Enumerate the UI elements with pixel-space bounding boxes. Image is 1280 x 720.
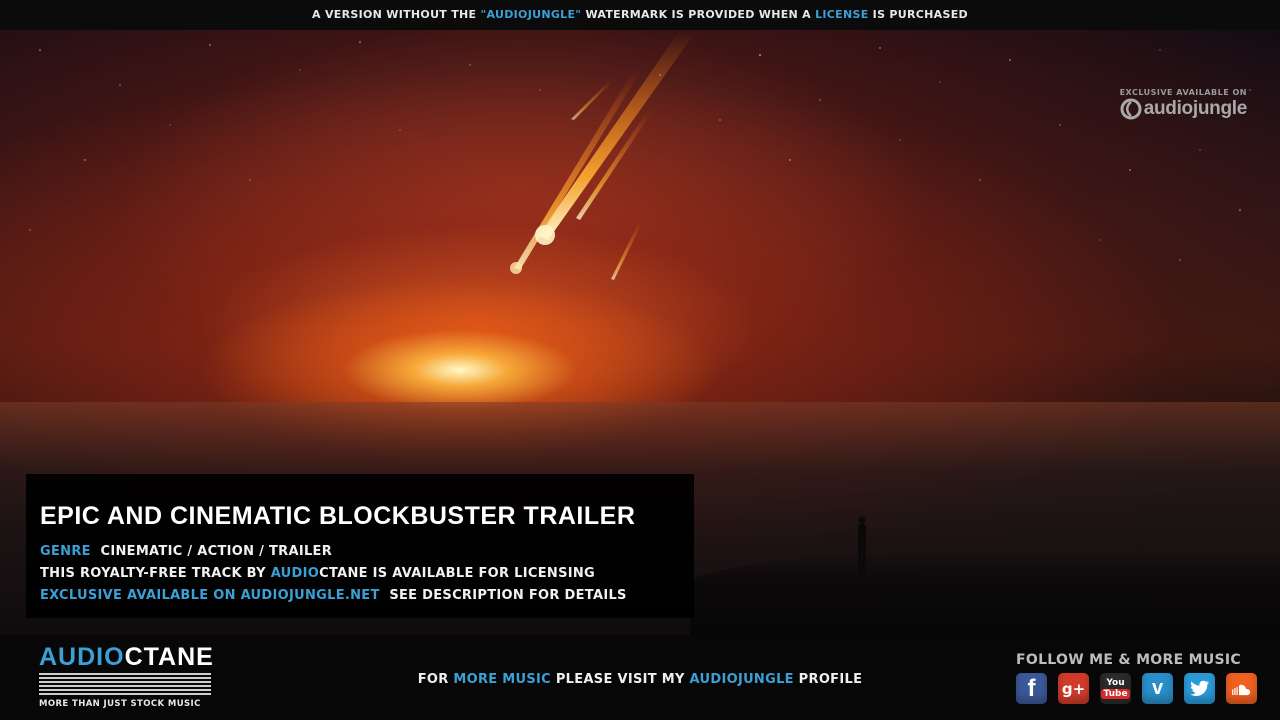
footer-bar: AUDIOCTANE MORE THAN JUST STOCK MUSIC FO… bbox=[0, 635, 1280, 720]
banner-accent-audiojungle: "AUDIOJUNGLE" bbox=[480, 8, 582, 21]
banner-text-1: A VERSION WITHOUT THE bbox=[312, 8, 481, 21]
youtube-icon-you: You bbox=[1106, 678, 1125, 688]
track-info-panel: EPIC AND CINEMATIC BLOCKBUSTER TRAILER G… bbox=[26, 474, 694, 618]
track-title: EPIC AND CINEMATIC BLOCKBUSTER TRAILER bbox=[40, 502, 636, 530]
visit-accent-audiojungle[interactable]: AUDIOJUNGLE bbox=[690, 672, 794, 687]
availability-line: EXCLUSIVE AVAILABLE ON AUDIOJUNGLE.NET S… bbox=[40, 588, 627, 603]
audiojungle-leaf-icon bbox=[1120, 98, 1142, 120]
facebook-icon: f bbox=[1027, 674, 1036, 702]
youtube-icon-tube: Tube bbox=[1101, 689, 1130, 699]
visit-accent-more-music[interactable]: MORE MUSIC bbox=[453, 672, 551, 687]
googleplus-icon: g+ bbox=[1061, 679, 1086, 698]
banner-accent-license: LICENSE bbox=[815, 8, 869, 21]
genre-label: GENRE bbox=[40, 544, 91, 559]
license-text-2: CTANE IS AVAILABLE FOR LICENSING bbox=[319, 566, 596, 581]
license-text-1: THIS ROYALTY-FREE TRACK BY bbox=[40, 566, 271, 581]
twitter-bird-icon bbox=[1189, 680, 1209, 696]
follow-heading: FOLLOW ME & MORE MUSIC bbox=[1016, 652, 1241, 668]
visit-text-3: PROFILE bbox=[793, 672, 863, 687]
audiojungle-watermark: EXCLUSIVE AVAILABLE ON audiojungle bbox=[1120, 88, 1247, 120]
genre-line: GENRE CINEMATIC / ACTION / TRAILER bbox=[40, 544, 332, 559]
facebook-button[interactable]: f bbox=[1016, 673, 1047, 704]
license-banner: A VERSION WITHOUT THE "AUDIOJUNGLE" WATE… bbox=[0, 0, 1280, 30]
watermark-brand: audiojungle bbox=[1143, 98, 1248, 119]
banner-text-2: WATERMARK IS PROVIDED WHEN A bbox=[581, 8, 816, 21]
logo-tagline: MORE THAN JUST STOCK MUSIC bbox=[39, 699, 201, 709]
visit-text-1: FOR bbox=[417, 672, 454, 687]
twitter-button[interactable] bbox=[1184, 673, 1215, 704]
availability-details: SEE DESCRIPTION FOR DETAILS bbox=[389, 588, 627, 603]
logo-wordmark: AUDIOCTANE bbox=[39, 643, 214, 671]
soundcloud-cloud-icon bbox=[1231, 684, 1250, 695]
license-line: THIS ROYALTY-FREE TRACK BY AUDIOCTANE IS… bbox=[40, 566, 595, 581]
logo-stripes bbox=[39, 673, 211, 695]
genre-value: CINEMATIC / ACTION / TRAILER bbox=[100, 544, 333, 559]
availability-link[interactable]: EXCLUSIVE AVAILABLE ON AUDIOJUNGLE.NET bbox=[40, 588, 380, 603]
license-accent-audio: AUDIO bbox=[270, 566, 320, 581]
visit-profile-text: FOR MORE MUSIC PLEASE VISIT MY AUDIOJUNG… bbox=[300, 672, 980, 687]
logo-part-ctane: CTANE bbox=[124, 643, 214, 671]
vimeo-icon: v bbox=[1151, 677, 1164, 699]
visit-text-2: PLEASE VISIT MY bbox=[551, 672, 690, 687]
soundcloud-button[interactable] bbox=[1226, 673, 1257, 704]
watermark-exclusive-text: EXCLUSIVE AVAILABLE ON bbox=[1119, 88, 1247, 97]
vimeo-button[interactable]: v bbox=[1142, 673, 1173, 704]
social-links: f g+ You Tube v bbox=[1016, 673, 1257, 704]
youtube-button[interactable]: You Tube bbox=[1100, 673, 1131, 704]
logo-part-audio: AUDIO bbox=[39, 643, 125, 671]
banner-text-3: IS PURCHASED bbox=[868, 8, 968, 21]
googleplus-button[interactable]: g+ bbox=[1058, 673, 1089, 704]
audioctane-logo[interactable]: AUDIOCTANE MORE THAN JUST STOCK MUSIC bbox=[39, 643, 214, 709]
